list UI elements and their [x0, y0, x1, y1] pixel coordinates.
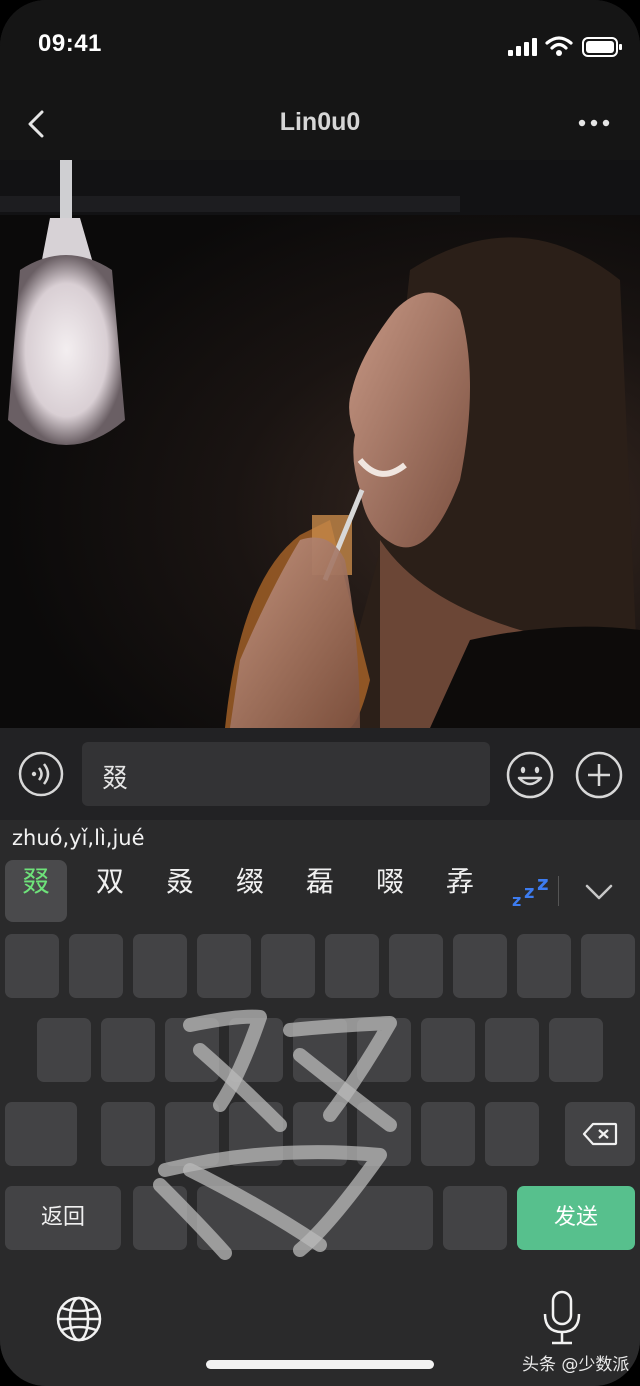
wechat-chat-screen: 09:41 Lin0u0 叕 zhuó,yǐ,lì,jué 叕 双 叒 缀 磊 … [0, 0, 640, 1386]
chevron-down-icon[interactable] [582, 874, 616, 908]
keyboard-key[interactable] [421, 1102, 475, 1166]
candidate-divider [558, 876, 559, 906]
wifi-icon [545, 36, 573, 56]
chat-title: Lin0u0 [279, 108, 361, 136]
keyboard-key[interactable] [101, 1018, 155, 1082]
keyboard-key[interactable] [581, 934, 635, 998]
candidate-item[interactable]: 叕 [5, 860, 67, 922]
chat-background-photo [0, 160, 640, 728]
add-more-icon[interactable] [574, 750, 624, 800]
message-input-value: 叕 [102, 764, 129, 794]
keyboard-key[interactable] [421, 1018, 475, 1082]
battery-icon [582, 37, 622, 57]
keyboard-key[interactable] [389, 934, 443, 998]
cellular-signal-icon [508, 38, 537, 56]
woman-drinking-illustration [0, 160, 640, 728]
keyboard-key[interactable] [165, 1018, 219, 1082]
backspace-icon [582, 1122, 618, 1146]
keyboard-key[interactable] [133, 934, 187, 998]
keyboard-key[interactable] [197, 934, 251, 998]
keyboard-key[interactable] [357, 1102, 411, 1166]
delete-key[interactable] [565, 1102, 635, 1166]
svg-text:z: z [537, 871, 549, 895]
shift-key[interactable] [5, 1102, 77, 1166]
pinyin-readout: zhuó,yǐ,lì,jué [12, 826, 145, 850]
handwriting-keyboard: zhuó,yǐ,lì,jué 叕 双 叒 缀 磊 啜 孨 z z z 返回 发送 [0, 820, 640, 1386]
message-input-bar: 叕 [0, 728, 640, 820]
candidate-item[interactable]: 啜 [359, 860, 421, 922]
microphone-icon[interactable] [540, 1290, 584, 1346]
keyboard-key[interactable] [549, 1018, 603, 1082]
space-key[interactable] [197, 1186, 433, 1250]
keyboard-key[interactable] [485, 1018, 539, 1082]
keyboard-key[interactable] [453, 934, 507, 998]
keyboard-key[interactable] [229, 1102, 283, 1166]
keyboard-key[interactable] [357, 1018, 411, 1082]
svg-text:z: z [524, 882, 534, 903]
voice-mode-icon[interactable] [17, 750, 65, 798]
keyboard-key[interactable] [101, 1102, 155, 1166]
chat-header: Lin0u0 [0, 92, 640, 160]
return-key[interactable]: 返回 [5, 1186, 121, 1250]
candidate-item[interactable]: 缀 [219, 860, 281, 922]
status-time: 09:41 [38, 30, 102, 57]
keyboard-key[interactable] [165, 1102, 219, 1166]
keyboard-key[interactable] [69, 934, 123, 998]
sleep-zz-icon[interactable]: z z z [510, 870, 554, 910]
ellipsis-icon[interactable] [572, 110, 616, 136]
keyboard-key[interactable] [443, 1186, 507, 1250]
home-indicator[interactable] [206, 1360, 434, 1369]
keyboard-key[interactable] [293, 1018, 347, 1082]
keyboard-key[interactable] [261, 934, 315, 998]
status-bar: 09:41 [0, 0, 640, 92]
candidate-item[interactable]: 叒 [149, 860, 211, 922]
send-button[interactable]: 发送 [517, 1186, 635, 1250]
emoji-icon[interactable] [505, 750, 555, 800]
keyboard-key[interactable] [133, 1186, 187, 1250]
candidate-item[interactable]: 孨 [429, 860, 491, 922]
svg-text:z: z [512, 891, 521, 910]
keyboard-key[interactable] [229, 1018, 283, 1082]
keyboard-key[interactable] [37, 1018, 91, 1082]
candidate-bar: 叕 双 叒 缀 磊 啜 孨 z z z [0, 860, 640, 922]
keyboard-key[interactable] [5, 934, 59, 998]
keyboard-key[interactable] [485, 1102, 539, 1166]
keyboard-key[interactable] [517, 934, 571, 998]
keyboard-key[interactable] [293, 1102, 347, 1166]
watermark: 头条 @少数派 [522, 1355, 630, 1375]
message-input[interactable]: 叕 [82, 742, 490, 806]
globe-icon[interactable] [54, 1294, 104, 1344]
keyboard-key[interactable] [325, 934, 379, 998]
candidate-item[interactable]: 磊 [289, 860, 351, 922]
candidate-item[interactable]: 双 [79, 860, 141, 922]
